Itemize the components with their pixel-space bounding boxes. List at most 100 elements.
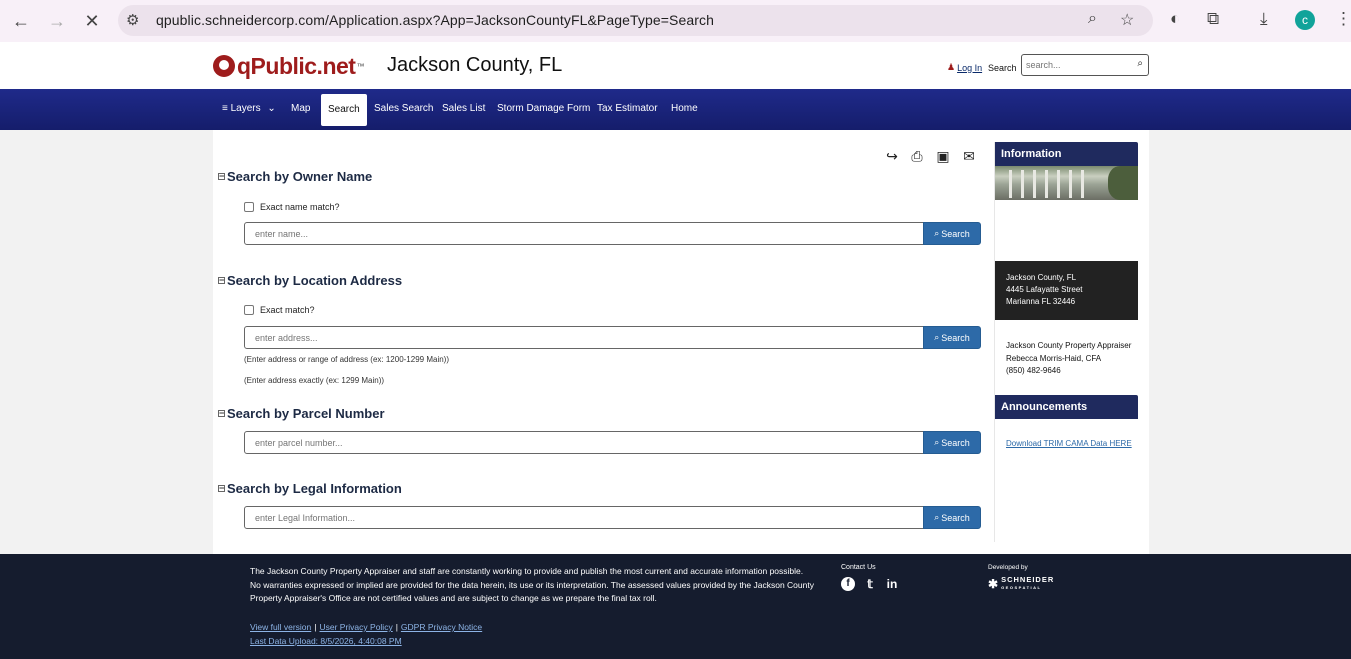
parcel-section-title[interactable]: − Search by Parcel Number (218, 406, 385, 421)
legal-search-button[interactable]: ⌕ Search (923, 506, 981, 529)
site-footer: The Jackson County Property Appraiser an… (0, 554, 1351, 659)
address-exact-hint: (Enter address exactly (ex: 1299 Main)) (244, 376, 385, 385)
nav-home[interactable]: Home (671, 103, 698, 114)
information-header: Information (995, 142, 1138, 166)
appraiser-line: (850) 482-9646 (1006, 366, 1061, 375)
owner-name-field[interactable] (244, 222, 924, 245)
nav-layers[interactable]: ≡ Layers ⌄ (222, 103, 276, 114)
nav-map[interactable]: Map (291, 103, 310, 114)
image-icon[interactable]: ▣ (935, 148, 951, 164)
puzzle-extensions-icon[interactable]: ⧉ (1207, 9, 1219, 29)
linkedin-icon[interactable]: in (885, 577, 899, 591)
exact-name-match-checkbox[interactable] (244, 202, 254, 212)
user-privacy-policy-link[interactable]: User Privacy Policy (319, 622, 392, 632)
forward-arrow-icon[interactable]: → (45, 9, 69, 33)
print-icon[interactable]: ⎙ (909, 148, 925, 164)
site-settings-icon[interactable]: ⚙ (126, 11, 139, 29)
owner-search-row: ⌕ Search (244, 222, 981, 245)
exact-address-match-checkbox[interactable] (244, 305, 254, 315)
download-trim-cama-link[interactable]: Download TRIM CAMA Data HERE (1006, 437, 1134, 450)
capitol-logo-icon (213, 55, 235, 77)
footer-disclaimer: The Jackson County Property Appraiser an… (250, 566, 814, 603)
search-icon[interactable]: ⌕ (1137, 58, 1143, 69)
location-section-title[interactable]: − Search by Location Address (218, 273, 402, 288)
header-search-box[interactable]: ⌕ (1021, 54, 1149, 76)
bookmark-star-icon[interactable]: ☆ (1120, 10, 1134, 30)
layers-icon: ≡ (222, 103, 228, 114)
legal-section-title-text: Search by Legal Information (227, 481, 402, 496)
nav-search[interactable]: Search (321, 94, 367, 126)
owner-section-title-text: Search by Owner Name (227, 169, 373, 184)
schneider-text: SCHNEIDER (1001, 575, 1055, 584)
extension-icon[interactable]: ◐ (1170, 9, 1180, 29)
geospatial-text: GEOSPATIAL (1001, 585, 1042, 590)
nav-sales-list[interactable]: Sales List (442, 103, 485, 114)
legal-field[interactable] (244, 506, 924, 529)
search-icon: ⌕ (934, 512, 940, 522)
collapse-icon[interactable]: − (218, 276, 225, 285)
address-search-button-label: Search (941, 332, 970, 343)
person-icon: ♟ (947, 62, 956, 72)
collapse-icon[interactable]: − (218, 172, 225, 181)
parcel-input[interactable] (255, 437, 895, 449)
view-full-version-link[interactable]: View full version (250, 622, 311, 632)
search-icon: ⌕ (934, 332, 940, 342)
facebook-icon[interactable]: f (841, 577, 855, 591)
collapse-icon[interactable]: − (218, 484, 225, 493)
exact-name-match-row[interactable]: Exact name match? (244, 202, 340, 212)
owner-name-input[interactable] (255, 228, 895, 240)
owner-search-button[interactable]: ⌕ Search (923, 222, 981, 245)
nav-storm-damage-form[interactable]: Storm Damage Form (497, 103, 590, 114)
announcements-header: Announcements (995, 395, 1138, 419)
url-text[interactable]: qpublic.schneidercorp.com/Application.as… (156, 12, 714, 28)
address-input[interactable] (255, 332, 895, 344)
parcel-search-button-label: Search (941, 437, 970, 448)
stop-loading-icon[interactable]: ✕ (80, 9, 104, 33)
owner-section-title[interactable]: − Search by Owner Name (218, 169, 372, 184)
county-title: Jackson County, FL (387, 54, 563, 76)
schneider-logo[interactable]: ✱ SCHNEIDER GEOSPATIAL (988, 576, 1054, 592)
footer-links: View full version | User Privacy Policy | GD… (250, 622, 483, 646)
courthouse-photo (995, 166, 1138, 200)
login-link[interactable]: ♟ Log In (947, 62, 982, 73)
download-icon[interactable]: ⤓ (1260, 9, 1268, 29)
zoom-icon[interactable]: ⌕ (1088, 10, 1097, 28)
parcel-section-title-text: Search by Parcel Number (227, 406, 385, 421)
kebab-menu-icon[interactable]: ⋮ (1335, 9, 1351, 29)
gdpr-privacy-notice-link[interactable]: GDPR Privacy Notice (401, 622, 482, 632)
contact-us-label: Contact Us (841, 564, 876, 571)
email-icon[interactable]: ✉ (961, 148, 977, 164)
main-content: ↪ ⎙ ▣ ✉ − Search by Owner Name Exact nam… (213, 130, 1149, 554)
office-address: Jackson County, FL 4445 Lafayatte Street… (995, 261, 1138, 320)
address-line: 4445 Lafayatte Street (1006, 285, 1083, 294)
exact-name-match-label: Exact name match? (260, 202, 340, 212)
developed-by-label: Developed by (988, 564, 1028, 571)
login-text[interactable]: Log In (957, 63, 982, 73)
back-arrow-icon[interactable]: ← (9, 9, 33, 33)
location-section-title-text: Search by Location Address (227, 273, 403, 288)
appraiser-info: Jackson County Property Appraiser Rebecc… (1006, 340, 1134, 378)
address-bar[interactable]: ⚙ qpublic.schneidercorp.com/Application.… (118, 5, 1153, 36)
exact-address-match-row[interactable]: Exact match? (244, 305, 315, 315)
nav-tax-estimator[interactable]: Tax Estimator (597, 103, 658, 114)
last-data-upload-link[interactable]: Last Data Upload: 8/5/2026, 4:40:08 PM (250, 636, 402, 646)
parcel-search-button[interactable]: ⌕ Search (923, 431, 981, 454)
address-search-row: ⌕ Search (244, 326, 981, 349)
nav-layers-label: Layers (230, 103, 261, 114)
legal-input[interactable] (255, 512, 895, 524)
collapse-icon[interactable]: − (218, 409, 225, 418)
share-icon[interactable]: ↪ (884, 148, 900, 164)
search-icon: ⌕ (934, 228, 940, 238)
twitter-icon[interactable]: 𝕥 (863, 577, 877, 591)
profile-avatar[interactable]: c (1295, 10, 1315, 30)
parcel-field[interactable] (244, 431, 924, 454)
address-field[interactable] (244, 326, 924, 349)
logo-trademark: ™ (356, 61, 365, 71)
legal-section-title[interactable]: − Search by Legal Information (218, 481, 402, 496)
header-search-input[interactable] (1026, 58, 1126, 72)
legal-search-row: ⌕ Search (244, 506, 981, 529)
qpublic-logo[interactable]: qPublic.net ™ (213, 52, 364, 80)
exact-address-match-label: Exact match? (260, 305, 315, 315)
address-search-button[interactable]: ⌕ Search (923, 326, 981, 349)
nav-sales-search[interactable]: Sales Search (374, 103, 433, 114)
